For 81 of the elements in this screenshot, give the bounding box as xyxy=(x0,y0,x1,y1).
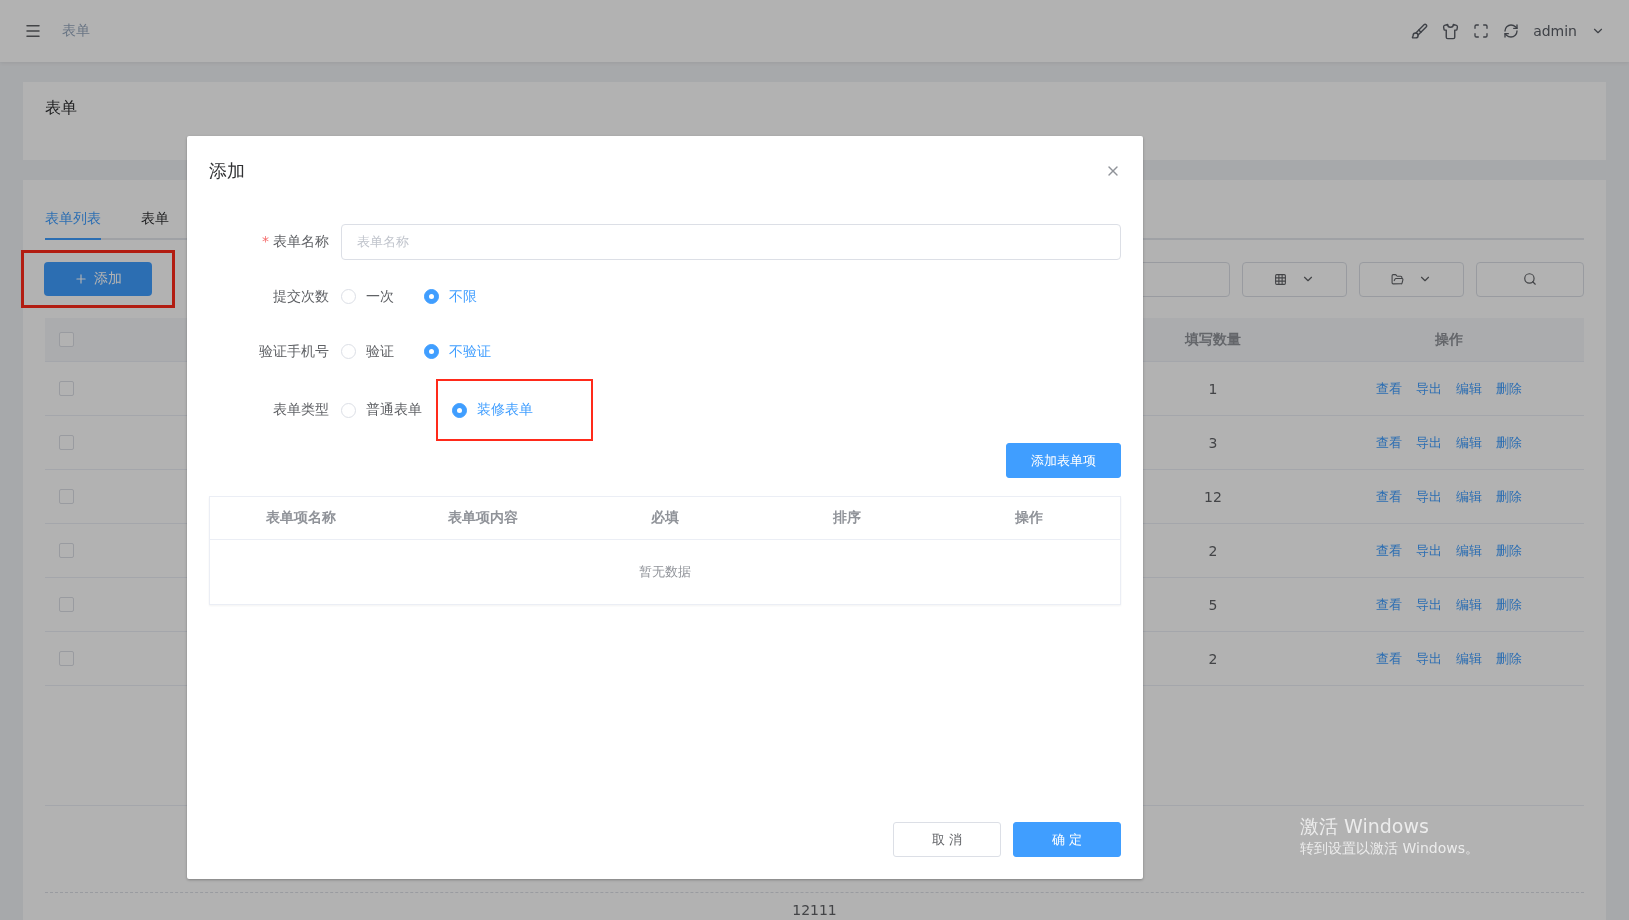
radio-option[interactable]: 装修表单 xyxy=(452,401,533,419)
action-link[interactable]: 导出 xyxy=(1415,487,1442,506)
columns-dropdown[interactable] xyxy=(1242,261,1347,297)
radio-option[interactable]: 不限 xyxy=(424,287,477,306)
action-link[interactable]: 查看 xyxy=(1375,541,1402,560)
action-link[interactable]: 查看 xyxy=(1375,487,1402,506)
search-icon xyxy=(1523,272,1537,286)
empty-text: 暂无数据 xyxy=(639,563,691,581)
action-link[interactable]: 删除 xyxy=(1495,541,1522,560)
column-header: 操作 xyxy=(1014,509,1044,527)
breadcrumb: 表单 xyxy=(62,22,90,40)
input-field[interactable]: 表单名称 xyxy=(341,223,1121,260)
checkbox[interactable] xyxy=(59,332,74,347)
checkbox[interactable] xyxy=(59,651,74,666)
field-label: 验证手机号 xyxy=(259,342,329,359)
action-link[interactable]: 导出 xyxy=(1415,433,1442,452)
column-header: 操作 xyxy=(1433,330,1464,349)
column-header: 表单项名称 xyxy=(265,509,337,527)
checkbox[interactable] xyxy=(59,489,74,504)
action-link[interactable]: 查看 xyxy=(1375,379,1402,398)
confirm-button[interactable]: 确 定 xyxy=(1013,822,1121,857)
action-link[interactable]: 删除 xyxy=(1495,433,1522,452)
action-link[interactable]: 导出 xyxy=(1415,379,1442,398)
action-link[interactable]: 删除 xyxy=(1495,379,1522,398)
column-header: 排序 xyxy=(832,509,862,527)
activation-notice: 激活 Windows xyxy=(1300,814,1430,839)
radio-option[interactable]: 一次 xyxy=(341,287,394,306)
table-cell-text: 1 xyxy=(1207,380,1219,397)
checkbox[interactable] xyxy=(59,435,74,450)
table-cell-text: 3 xyxy=(1207,434,1219,451)
action-link[interactable]: 编辑 xyxy=(1455,487,1482,506)
field-label: 表单名称 xyxy=(273,232,329,249)
add-item-button[interactable]: 添加表单项 xyxy=(1006,443,1121,478)
action-link[interactable]: 编辑 xyxy=(1455,649,1482,668)
column-header: 必填 xyxy=(650,509,680,527)
radio-option[interactable]: 不验证 xyxy=(424,342,491,361)
action-link[interactable]: 删除 xyxy=(1495,487,1522,506)
tab[interactable]: 表单 xyxy=(141,210,169,240)
plus-icon xyxy=(74,272,88,286)
action-link[interactable]: 导出 xyxy=(1415,541,1442,560)
column-header: 填写数量 xyxy=(1183,330,1242,349)
checkbox[interactable] xyxy=(59,597,74,612)
cancel-button[interactable]: 取 消 xyxy=(893,822,1001,857)
page-title: 表单 xyxy=(45,98,77,117)
checkbox[interactable] xyxy=(59,543,74,558)
action-link[interactable]: 编辑 xyxy=(1455,379,1482,398)
table-cell-text: 2 xyxy=(1207,650,1219,667)
grid-icon xyxy=(1274,272,1287,286)
required-mark: * xyxy=(262,232,269,249)
field-label: 提交次数 xyxy=(273,287,329,304)
brush-icon[interactable] xyxy=(1411,22,1429,40)
add-button[interactable]: 添加 xyxy=(44,262,152,296)
dialog-title: 添加 xyxy=(209,159,245,183)
table-cell-text: 12 xyxy=(1203,488,1223,505)
column-header: 表单项内容 xyxy=(447,509,519,527)
radio-option[interactable]: 验证 xyxy=(341,342,394,361)
table-cell-text: 2 xyxy=(1207,542,1219,559)
action-link[interactable]: 编辑 xyxy=(1455,595,1482,614)
menu-icon[interactable] xyxy=(24,22,42,40)
checkbox[interactable] xyxy=(59,381,74,396)
action-link[interactable]: 查看 xyxy=(1375,595,1402,614)
table-cell-text: 5 xyxy=(1207,596,1219,613)
folder-icon xyxy=(1391,272,1404,286)
fullscreen-icon[interactable] xyxy=(1473,23,1490,39)
folder-dropdown[interactable] xyxy=(1359,261,1464,297)
action-link[interactable]: 编辑 xyxy=(1455,541,1482,560)
shirt-icon[interactable] xyxy=(1442,22,1460,40)
action-link[interactable]: 编辑 xyxy=(1455,433,1482,452)
user-name[interactable]: admin xyxy=(1533,23,1577,39)
radio-option[interactable]: 普通表单 xyxy=(341,401,422,419)
action-link[interactable]: 导出 xyxy=(1415,649,1442,668)
refresh-icon[interactable] xyxy=(1503,23,1520,39)
field-label: 表单类型 xyxy=(273,401,329,417)
action-link[interactable]: 删除 xyxy=(1495,649,1522,668)
action-link[interactable]: 删除 xyxy=(1495,595,1522,614)
action-link[interactable]: 导出 xyxy=(1415,595,1442,614)
tab[interactable]: 表单列表 xyxy=(45,210,101,240)
search-button[interactable] xyxy=(1476,261,1584,297)
action-link[interactable]: 查看 xyxy=(1375,433,1402,452)
footer-text: 12111 xyxy=(792,902,837,918)
action-link[interactable]: 查看 xyxy=(1375,649,1402,668)
